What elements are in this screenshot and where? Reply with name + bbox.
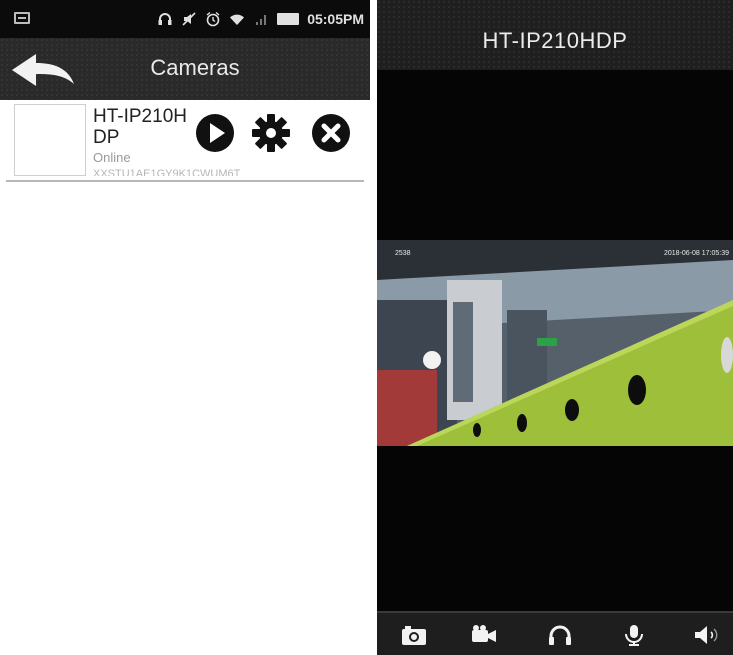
camera-status: Online [93, 150, 131, 165]
talk-microphone-icon[interactable] [621, 624, 647, 646]
camera-list-item[interactable]: HT-IP210HDP Online XXSTU1AE1GY9K1CWUM6T [0, 100, 370, 182]
record-video-icon[interactable] [471, 624, 497, 646]
camera-name: HT-IP210HDP [93, 106, 187, 148]
delete-icon[interactable] [310, 112, 352, 154]
signal-icon [256, 15, 267, 25]
speaker-icon[interactable] [693, 624, 719, 646]
headphones-icon [158, 13, 172, 25]
status-icons: 05:05PM [157, 9, 364, 29]
listen-headphones-icon[interactable] [547, 624, 573, 646]
page-title: Cameras [150, 55, 240, 80]
osd-label: 2538 [395, 250, 411, 257]
battery-icon [277, 13, 300, 25]
list-divider [6, 180, 364, 182]
status-time: 05:05PM [307, 11, 364, 27]
camera-list-screen: 05:05PM Cameras HT-IP210HDP Online XXSTU… [0, 0, 370, 655]
gear-icon[interactable] [250, 112, 292, 154]
snapshot-camera-icon[interactable] [401, 624, 427, 646]
status-bar: 05:05PM [0, 0, 370, 38]
live-toolbar [377, 611, 733, 655]
app-bar: Cameras [0, 38, 370, 100]
osd-timestamp: 2018-06-08 17:05:39 [664, 250, 729, 257]
camera-thumbnail[interactable] [14, 104, 86, 176]
live-view-title: HT-IP210HDP [482, 28, 628, 53]
wifi-icon [230, 14, 245, 25]
video-frame [377, 240, 733, 446]
muted-icon [182, 12, 196, 26]
live-view-header: HT-IP210HDP [377, 0, 733, 70]
play-icon[interactable] [194, 112, 236, 154]
camera-uid: XXSTU1AE1GY9K1CWUM6T [93, 168, 241, 176]
alarm-icon [206, 11, 220, 27]
live-view-screen: HT-IP210HDP 2538 2018-06-08 17:05:39 [377, 0, 733, 655]
screenshot-notification-icon [14, 12, 30, 24]
video-stream[interactable]: 2538 2018-06-08 17:05:39 [377, 240, 733, 446]
